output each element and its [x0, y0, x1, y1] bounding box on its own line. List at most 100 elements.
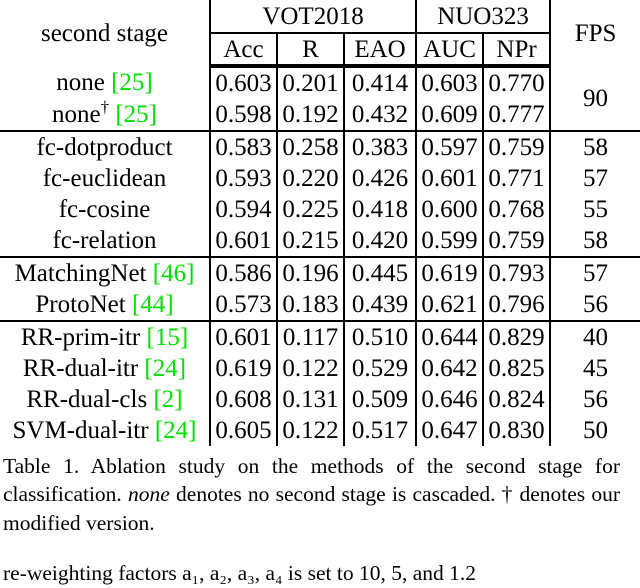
cell-eao: 0.517 — [342, 415, 417, 446]
row-method-label: none [25] — [0, 66, 210, 99]
cell-eao: 0.432 — [342, 99, 417, 131]
row-method-label: SVM-dual-itr [24] — [0, 415, 210, 446]
cell-fps: 90 — [549, 66, 640, 131]
cell-fps: 50 — [549, 415, 640, 446]
table-row: none† [25] 0.598 0.192 0.432 0.609 0.777 — [0, 99, 640, 131]
cell-auc: 0.603 — [415, 66, 484, 99]
row-method-label: fc-euclidean — [0, 163, 210, 194]
method-name: RR-prim-itr — [20, 324, 141, 351]
cell-r: 0.122 — [276, 415, 344, 446]
method-name: fc-dotproduct — [36, 134, 173, 161]
cell-r: 0.225 — [276, 194, 344, 225]
row-method-label: RR-dual-itr [24] — [0, 353, 210, 384]
citation-reference[interactable]: [25] — [105, 69, 153, 96]
header-npr: NPr — [482, 33, 551, 68]
cell-npr: 0.759 — [482, 130, 551, 163]
trailing-text: re-weighting factors a₁, a₂, a₃, a₄ is s… — [3, 561, 476, 586]
cell-auc: 0.601 — [415, 163, 484, 194]
row-method-label: fc-dotproduct — [0, 130, 210, 163]
cell-auc: 0.642 — [415, 353, 484, 384]
cell-fps: 57 — [549, 163, 640, 194]
table-row: RR-dual-itr [24] 0.619 0.122 0.529 0.642 0.82… — [0, 353, 640, 384]
row-method-label: RR-prim-itr [15] — [0, 320, 210, 353]
header-group-nuo323: NUO323 — [415, 0, 551, 34]
cell-acc: 0.619 — [209, 353, 277, 384]
cell-fps: 57 — [549, 256, 640, 289]
method-name: SVM-dual-itr — [12, 417, 149, 444]
cell-eao: 0.445 — [342, 256, 417, 289]
row-method-label: ProtoNet [44] — [0, 289, 210, 321]
cell-r: 0.192 — [276, 99, 344, 131]
cell-acc: 0.594 — [209, 194, 277, 225]
cell-npr: 0.793 — [482, 256, 551, 289]
citation-reference[interactable]: [46] — [147, 260, 195, 287]
citation-reference[interactable]: [44] — [126, 291, 174, 318]
cell-npr: 0.759 — [482, 225, 551, 257]
cell-npr: 0.796 — [482, 289, 551, 321]
citation-reference[interactable]: [25] — [109, 101, 157, 128]
table-header: second stage VOT2018 NUO323 FPS Acc R EA… — [0, 0, 640, 68]
table-row: fc-cosine 0.594 0.225 0.418 0.600 0.768 55 — [0, 194, 640, 225]
table-row: RR-dual-cls [2] 0.608 0.131 0.509 0.646 0.824… — [0, 384, 640, 415]
cell-auc: 0.609 — [415, 99, 484, 131]
citation-reference[interactable]: [24] — [149, 417, 197, 444]
cell-r: 0.122 — [276, 353, 344, 384]
caption-italic-none: none — [128, 482, 170, 507]
citation-reference[interactable]: [15] — [140, 324, 189, 351]
cell-auc: 0.597 — [415, 130, 484, 163]
table-row: SVM-dual-itr [24] 0.605 0.122 0.517 0.647 0.8… — [0, 415, 640, 446]
header-fps: FPS — [549, 0, 640, 66]
cell-r: 0.258 — [276, 130, 344, 163]
cell-auc: 0.646 — [415, 384, 484, 415]
cell-acc: 0.573 — [209, 289, 277, 321]
cell-r: 0.220 — [276, 163, 344, 194]
method-name: fc-relation — [52, 227, 157, 254]
method-name: MatchingNet — [14, 260, 147, 287]
row-method-label: MatchingNet [46] — [0, 256, 210, 289]
cell-acc: 0.608 — [209, 384, 277, 415]
method-name: fc-cosine — [58, 196, 151, 223]
cell-acc: 0.586 — [209, 256, 277, 289]
row-method-label: none† [25] — [0, 99, 210, 131]
cell-eao: 0.439 — [342, 289, 417, 321]
cell-fps: 40 — [549, 320, 640, 353]
table-body: none [25] 0.603 0.201 0.414 0.603 0.770 90 none… — [0, 66, 640, 446]
table-row: fc-relation 0.601 0.215 0.420 0.599 0.759 58 — [0, 225, 640, 257]
row-method-label: fc-relation — [0, 225, 210, 257]
cell-r: 0.183 — [276, 289, 344, 321]
cell-r: 0.117 — [276, 320, 344, 353]
paper-table-figure: second stage VOT2018 NUO323 FPS Acc R EA… — [0, 0, 640, 588]
ablation-study-table: second stage VOT2018 NUO323 FPS Acc R EA… — [0, 0, 640, 446]
citation-reference[interactable]: [24] — [138, 355, 186, 382]
cell-npr: 0.829 — [482, 320, 551, 353]
cell-acc: 0.603 — [209, 66, 277, 99]
cell-acc: 0.583 — [209, 130, 277, 163]
dagger-marker: † — [100, 97, 110, 117]
method-name: none — [56, 69, 105, 96]
cell-eao: 0.383 — [342, 130, 417, 163]
cell-npr: 0.777 — [482, 99, 551, 131]
row-method-label: RR-dual-cls [2] — [0, 384, 210, 415]
cell-acc: 0.605 — [209, 415, 277, 446]
cell-eao: 0.414 — [342, 66, 417, 99]
method-name: none — [51, 101, 101, 128]
cell-fps: 55 — [549, 194, 640, 225]
cell-fps: 56 — [549, 289, 640, 321]
cell-eao: 0.529 — [342, 353, 417, 384]
trailing-paragraph: re-weighting factors a₁, a₂, a₃, a₄ is s… — [3, 559, 620, 587]
table-row: fc-dotproduct 0.583 0.258 0.383 0.597 0.759 58 — [0, 130, 640, 163]
cell-r: 0.201 — [276, 66, 344, 99]
cell-eao: 0.426 — [342, 163, 417, 194]
cell-fps: 58 — [549, 130, 640, 163]
citation-reference[interactable]: [2] — [147, 386, 182, 413]
header-r: R — [276, 33, 344, 68]
cell-eao: 0.418 — [342, 194, 417, 225]
method-name: RR-dual-cls — [26, 386, 148, 413]
cell-npr: 0.825 — [482, 353, 551, 384]
cell-auc: 0.600 — [415, 194, 484, 225]
method-name: fc-euclidean — [42, 165, 167, 192]
header-acc: Acc — [209, 33, 277, 68]
method-name: RR-dual-itr — [22, 355, 139, 382]
table-row: none [25] 0.603 0.201 0.414 0.603 0.770 90 — [0, 66, 640, 131]
table-row: RR-prim-itr [15] 0.601 0.117 0.510 0.644 0.82… — [0, 320, 640, 353]
